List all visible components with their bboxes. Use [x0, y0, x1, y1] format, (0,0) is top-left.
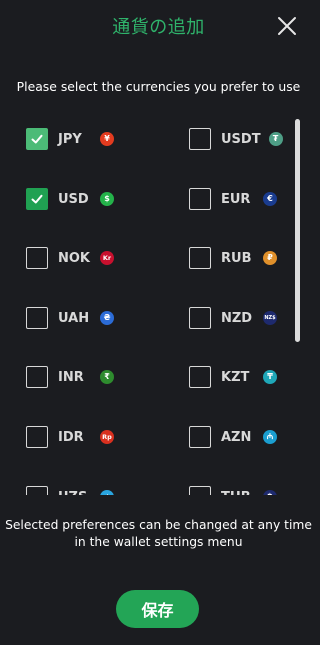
currency-code: THB	[221, 490, 255, 496]
currency-option-nzd[interactable]: NZD NZ$	[189, 305, 277, 331]
checkbox[interactable]	[26, 366, 48, 388]
scrollbar-thumb[interactable]	[295, 119, 300, 342]
checkbox[interactable]	[189, 486, 211, 495]
currency-grid: JPY ¥ USDT ₮ USD $ EUR € NOK Kr RUB ₽ UAH ₴ NZD NZ$ INR ₹…	[0, 107, 317, 495]
checkbox[interactable]	[189, 426, 211, 448]
currency-option-inr[interactable]: INR ₹	[26, 364, 114, 390]
currency-option-idr[interactable]: IDR Rp	[26, 424, 114, 450]
checkbox[interactable]	[189, 366, 211, 388]
currency-code: EUR	[221, 191, 251, 207]
baht-icon: ฿	[263, 490, 277, 495]
checkmark-icon	[31, 134, 43, 144]
rupiah-icon: Rp	[100, 430, 114, 444]
ruble-icon: ₽	[263, 251, 277, 265]
currency-option-thb[interactable]: THB ฿	[189, 484, 277, 495]
save-button[interactable]: 保存	[116, 590, 199, 628]
currency-option-uah[interactable]: UAH ₴	[26, 305, 114, 331]
close-icon[interactable]	[275, 14, 299, 38]
checkbox[interactable]	[26, 486, 48, 495]
currency-option-usdt[interactable]: USDT ₮	[189, 126, 283, 152]
instructions-text: Please select the currencies you prefer …	[16, 79, 301, 94]
currency-code: RUB	[221, 250, 252, 266]
footer-note: Selected preferences can be changed at a…	[5, 518, 312, 549]
checkbox[interactable]	[189, 128, 211, 150]
currency-code: USD	[58, 191, 89, 207]
currency-option-eur[interactable]: EUR €	[189, 186, 277, 212]
currency-option-rub[interactable]: RUB ₽	[189, 245, 277, 271]
currency-code: JPY	[58, 131, 82, 147]
dialog-header: 通貨の追加	[0, 0, 317, 56]
currency-code: NZD	[221, 310, 253, 326]
checkbox[interactable]	[189, 188, 211, 210]
dialog-title: 通貨の追加	[112, 17, 205, 38]
rupee-icon: ₹	[100, 370, 114, 384]
checkbox[interactable]	[26, 247, 48, 269]
currency-code: NOK	[58, 250, 91, 266]
manat-icon: ₼	[263, 430, 277, 444]
checkbox[interactable]	[26, 307, 48, 329]
tenge-icon: ₸	[263, 370, 277, 384]
checkbox[interactable]	[26, 188, 48, 210]
som-icon: so'm	[100, 490, 114, 495]
currency-option-uzs[interactable]: UZS so'm	[26, 484, 114, 495]
nzd-icon: NZ$	[263, 311, 277, 325]
currency-code: KZT	[221, 369, 250, 385]
currency-option-azn[interactable]: AZN ₼	[189, 424, 277, 450]
currency-code: USDT	[221, 131, 261, 147]
currency-code: IDR	[58, 429, 84, 445]
checkbox[interactable]	[189, 307, 211, 329]
currency-code: AZN	[221, 429, 252, 445]
currency-option-kzt[interactable]: KZT ₸	[189, 364, 277, 390]
currency-option-usd[interactable]: USD $	[26, 186, 114, 212]
currency-code: UZS	[58, 490, 92, 496]
checkbox[interactable]	[26, 128, 48, 150]
checkbox[interactable]	[26, 426, 48, 448]
yen-icon: ¥	[100, 132, 114, 146]
checkbox[interactable]	[189, 247, 211, 269]
currency-code: INR	[58, 369, 84, 385]
currency-code: UAH	[58, 310, 90, 326]
tether-icon: ₮	[268, 132, 283, 146]
euro-icon: €	[263, 192, 277, 206]
hryvnia-icon: ₴	[100, 311, 114, 325]
dollar-icon: $	[100, 192, 114, 206]
currency-option-nok[interactable]: NOK Kr	[26, 245, 114, 271]
krone-icon: Kr	[100, 251, 114, 265]
currency-option-jpy[interactable]: JPY ¥	[26, 126, 114, 152]
checkmark-icon	[31, 194, 43, 204]
